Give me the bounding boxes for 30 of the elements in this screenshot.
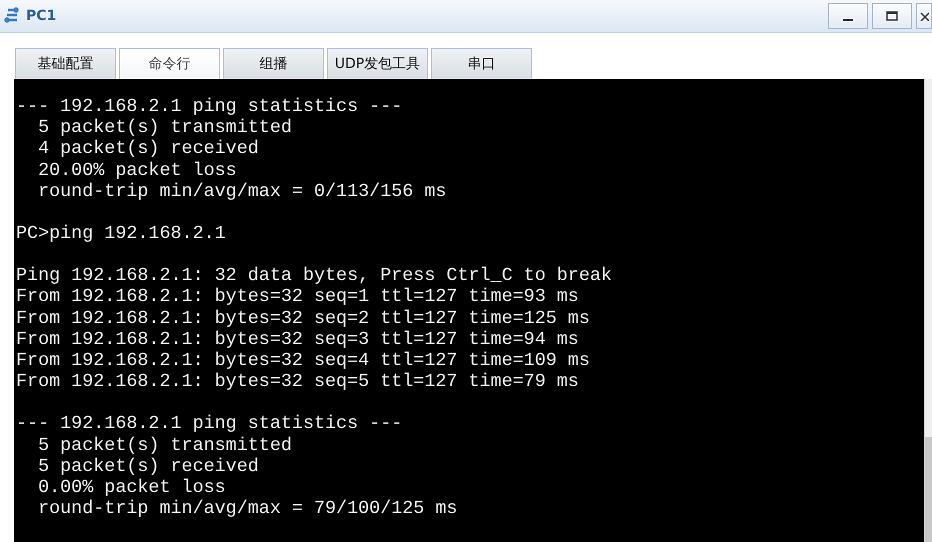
terminal-line: From 192.168.2.1: bytes=32 seq=1 ttl=127 time=93 ms [16, 286, 580, 308]
scrollbar[interactable] [924, 79, 932, 542]
terminal-line: 5 packet(s) transmitted [37, 434, 293, 456]
window-title: PC1 [26, 8, 58, 24]
tab[interactable]: 命令行 [119, 48, 220, 79]
terminal-line: 20.00% packet loss [37, 160, 238, 181]
terminal-line: --- 192.168.2.1 ping statistics --- [16, 96, 404, 118]
terminal-line: --- 192.168.2.1 ping statistics --- [16, 413, 404, 435]
terminal-line: From 192.168.2.1: bytes=32 seq=2 ttl=127 time=125 ms [16, 308, 591, 329]
terminal-line: PC>ping 192.168.2.1 [16, 223, 227, 244]
tab[interactable]: UDP发包工具 [327, 48, 428, 79]
close-icon [919, 11, 929, 21]
terminal-line: round-trip min/avg/max = 0/113/156 ms [37, 180, 448, 202]
terminal-line: From 192.168.2.1: bytes=32 seq=5 ttl=127 time=79 ms [16, 371, 580, 392]
terminal-line: 0.00% packet loss [37, 477, 227, 498]
terminal-line: From 192.168.2.1: bytes=32 seq=3 ttl=127 time=94 ms [16, 328, 580, 350]
tab[interactable]: 基础配置 [15, 48, 116, 79]
terminal-line: 5 packet(s) transmitted [37, 117, 293, 138]
maximize-icon [886, 11, 898, 21]
scroll-thumb[interactable] [925, 437, 932, 542]
close-button[interactable] [916, 3, 932, 29]
terminal-line: 5 packet(s) received [37, 456, 260, 478]
terminal-line: 4 packet(s) received [37, 138, 260, 160]
terminal-line: From 192.168.2.1: bytes=32 seq=4 ttl=127 time=109 ms [16, 350, 591, 372]
tab[interactable]: 组播 [223, 48, 324, 79]
minimize-icon [843, 19, 853, 21]
terminal-line: round-trip min/avg/max = 79/100/125 ms [37, 498, 458, 520]
maximize-button[interactable] [872, 3, 912, 29]
terminal-line: Ping 192.168.2.1: 32 data bytes, Press Ctrl_C to break [16, 265, 613, 286]
tab[interactable]: 串口 [431, 48, 532, 79]
